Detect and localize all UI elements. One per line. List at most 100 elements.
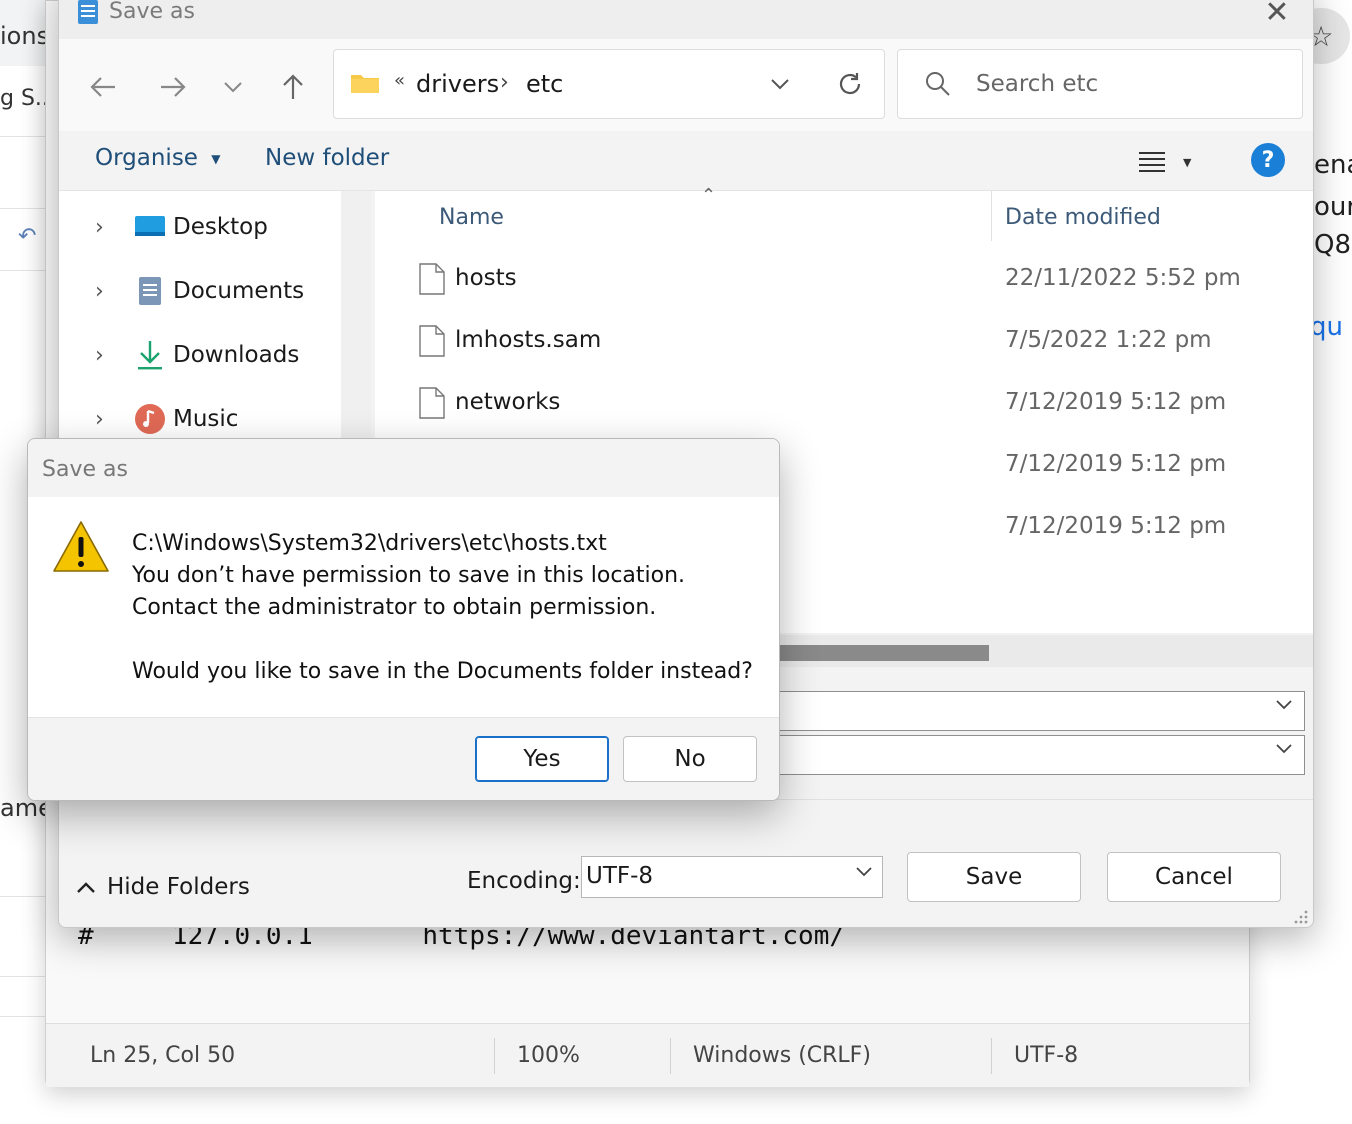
hide-folders-button[interactable]: Hide Folders xyxy=(77,870,250,904)
navigation-bar: « drivers › etc xyxy=(59,39,1313,131)
nav-item-label: Documents xyxy=(173,278,305,304)
close-icon[interactable]: ✕ xyxy=(1255,0,1299,30)
bg-divider xyxy=(0,270,45,271)
file-date: 7/12/2019 5:12 pm xyxy=(1005,389,1227,415)
status-line-ending: Windows (CRLF) xyxy=(693,1043,871,1068)
file-icon xyxy=(419,263,445,295)
address-history-chevron-icon[interactable] xyxy=(762,66,798,102)
expand-chevron-icon[interactable]: › xyxy=(95,407,104,432)
breadcrumb-drivers[interactable]: drivers xyxy=(416,70,499,98)
file-date: 7/12/2019 5:12 pm xyxy=(1005,513,1227,539)
file-row[interactable]: networks 7/12/2019 5:12 pm xyxy=(375,373,1313,435)
file-name: hosts xyxy=(455,265,517,291)
search-input[interactable] xyxy=(976,64,1276,104)
file-name-field[interactable] xyxy=(749,691,1305,731)
breadcrumb-overflow-icon[interactable]: « xyxy=(394,70,405,91)
bg-right-text: ena xyxy=(1314,150,1352,180)
nav-item-documents[interactable]: › Documents xyxy=(59,263,341,319)
help-icon[interactable]: ? xyxy=(1251,143,1285,177)
command-toolbar: Organise ▼ New folder ▼ ? xyxy=(59,131,1313,191)
column-header-date-modified[interactable]: Date modified xyxy=(1005,205,1161,230)
status-encoding: UTF-8 xyxy=(1014,1043,1079,1068)
file-row[interactable]: lmhosts.sam 7/5/2022 1:22 pm xyxy=(375,311,1313,373)
column-separator[interactable] xyxy=(991,191,992,241)
bg-divider xyxy=(0,208,45,209)
message-box-title: Save as xyxy=(42,457,128,482)
bg-right-text: Q8 xyxy=(1314,230,1352,260)
dialog-titlebar: Save as ✕ xyxy=(59,0,1313,39)
nav-item-label: Downloads xyxy=(173,342,300,368)
refresh-icon[interactable] xyxy=(830,64,870,104)
save-as-type-field[interactable] xyxy=(749,735,1305,775)
sort-caret-icon: ⌃ xyxy=(701,185,717,206)
encoding-select[interactable]: UTF-8 xyxy=(581,856,883,898)
bg-right-text: our xyxy=(1314,192,1352,222)
address-bar[interactable]: « drivers › etc xyxy=(333,49,885,119)
list-view-icon xyxy=(1139,152,1165,172)
nav-item-desktop[interactable]: › Desktop xyxy=(59,199,341,255)
file-date: 22/11/2022 5:52 pm xyxy=(1005,265,1241,291)
chevron-down-icon[interactable] xyxy=(1276,700,1292,710)
expand-chevron-icon[interactable]: › xyxy=(95,215,104,240)
up-arrow-icon[interactable] xyxy=(271,65,315,109)
desktop-icon xyxy=(135,216,165,236)
folder-icon xyxy=(351,75,379,93)
encoding-label: Encoding: xyxy=(467,868,581,894)
file-row[interactable]: hosts 22/11/2022 5:52 pm xyxy=(375,249,1313,311)
warning-icon xyxy=(53,521,109,572)
status-bar: Ln 25, Col 50 100% Windows (CRLF) UTF-8 xyxy=(46,1023,1249,1087)
column-header-name[interactable]: Name xyxy=(439,205,504,230)
file-name: networks xyxy=(455,389,561,415)
nav-item-label: Desktop xyxy=(173,214,268,240)
breadcrumb-chevron-icon: › xyxy=(500,70,509,95)
back-arrow-icon[interactable] xyxy=(81,65,125,109)
message-box-titlebar: Save as xyxy=(28,439,779,497)
yes-button[interactable]: Yes xyxy=(475,736,609,782)
chevron-up-icon xyxy=(77,882,95,893)
status-zoom: 100% xyxy=(517,1043,580,1068)
no-button[interactable]: No xyxy=(623,736,757,782)
message-line: Contact the administrator to obtain perm… xyxy=(132,595,657,620)
chevron-down-icon[interactable] xyxy=(1276,744,1292,754)
dialog-title: Save as xyxy=(109,0,195,24)
undo-icon[interactable]: ↶ xyxy=(18,224,36,249)
status-position: Ln 25, Col 50 xyxy=(90,1043,236,1068)
chevron-down-icon xyxy=(856,867,872,877)
organise-dropdown-icon: ▼ xyxy=(211,151,221,166)
recent-locations-chevron-icon[interactable] xyxy=(211,65,255,109)
file-date: 7/5/2022 1:22 pm xyxy=(1005,327,1212,353)
resize-grip-icon[interactable] xyxy=(1291,907,1309,925)
permission-message-box: Save as C:\Windows\System32\drivers\etc\… xyxy=(27,438,780,801)
file-date: 7/12/2019 5:12 pm xyxy=(1005,451,1227,477)
nav-item-label: Music xyxy=(173,406,239,432)
file-icon xyxy=(419,325,445,357)
message-line: You don’t have permission to save in thi… xyxy=(132,563,686,588)
cancel-button[interactable]: Cancel xyxy=(1107,852,1281,902)
nav-item-downloads[interactable]: › Downloads xyxy=(59,327,341,383)
new-folder-button[interactable]: New folder xyxy=(265,145,389,171)
bg-divider xyxy=(0,976,45,977)
save-button[interactable]: Save xyxy=(907,852,1081,902)
view-dropdown-icon: ▼ xyxy=(1183,155,1192,169)
bg-divider xyxy=(0,136,45,137)
search-icon xyxy=(926,72,950,96)
downloads-icon xyxy=(138,341,162,370)
expand-chevron-icon[interactable]: › xyxy=(95,343,104,368)
dialog-footer: Hide Folders Encoding: UTF-8 Save Cancel xyxy=(59,799,1313,927)
file-icon xyxy=(419,387,445,419)
search-box xyxy=(897,49,1303,119)
breadcrumb-etc[interactable]: etc xyxy=(526,70,563,98)
expand-chevron-icon[interactable]: › xyxy=(95,279,104,304)
file-name: lmhosts.sam xyxy=(455,327,602,353)
music-icon xyxy=(135,404,165,434)
bg-right-link[interactable]: qu xyxy=(1310,312,1343,342)
bg-tab-text: ions xyxy=(0,22,50,50)
organise-button[interactable]: Organise ▼ xyxy=(95,145,221,171)
encoding-value: UTF-8 xyxy=(586,863,654,889)
view-options-button[interactable]: ▼ xyxy=(1139,145,1199,179)
message-path: C:\Windows\System32\drivers\etc\hosts.tx… xyxy=(132,531,607,556)
organise-label: Organise xyxy=(95,145,198,171)
hide-folders-label: Hide Folders xyxy=(107,874,250,900)
forward-arrow-icon[interactable] xyxy=(151,65,195,109)
documents-icon xyxy=(139,277,161,305)
